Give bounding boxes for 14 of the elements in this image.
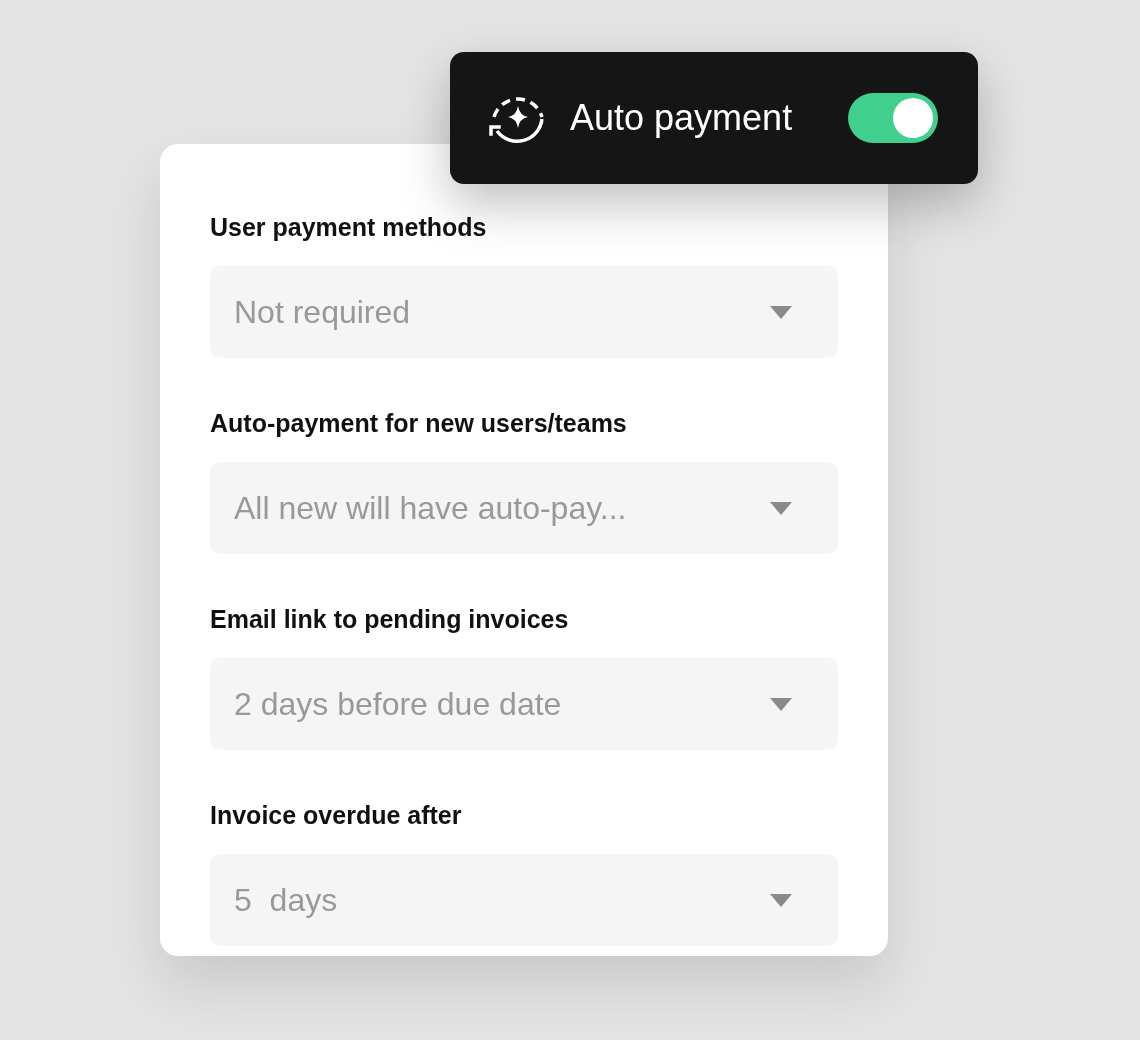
select-field[interactable]: Not required <box>210 266 838 358</box>
auto-payment-label: Auto payment <box>570 100 793 136</box>
field-label: Auto-payment for new users/teams <box>210 408 628 438</box>
select-field[interactable]: 5 days <box>210 854 838 946</box>
select-field[interactable]: 2 days before due date <box>210 658 838 750</box>
field-label: Invoice overdue after <box>210 800 463 830</box>
dropdown-caret-icon <box>770 501 792 515</box>
auto-payment-toggle[interactable] <box>848 93 938 143</box>
select-field[interactable]: All new will have auto-pay... <box>210 462 838 554</box>
dropdown-caret-icon <box>770 893 792 907</box>
dropdown-caret-icon <box>770 697 792 711</box>
field-label: User payment methods <box>210 212 488 242</box>
dropdown-caret-icon <box>770 305 792 319</box>
field-label: Email link to pending invoices <box>210 604 570 634</box>
